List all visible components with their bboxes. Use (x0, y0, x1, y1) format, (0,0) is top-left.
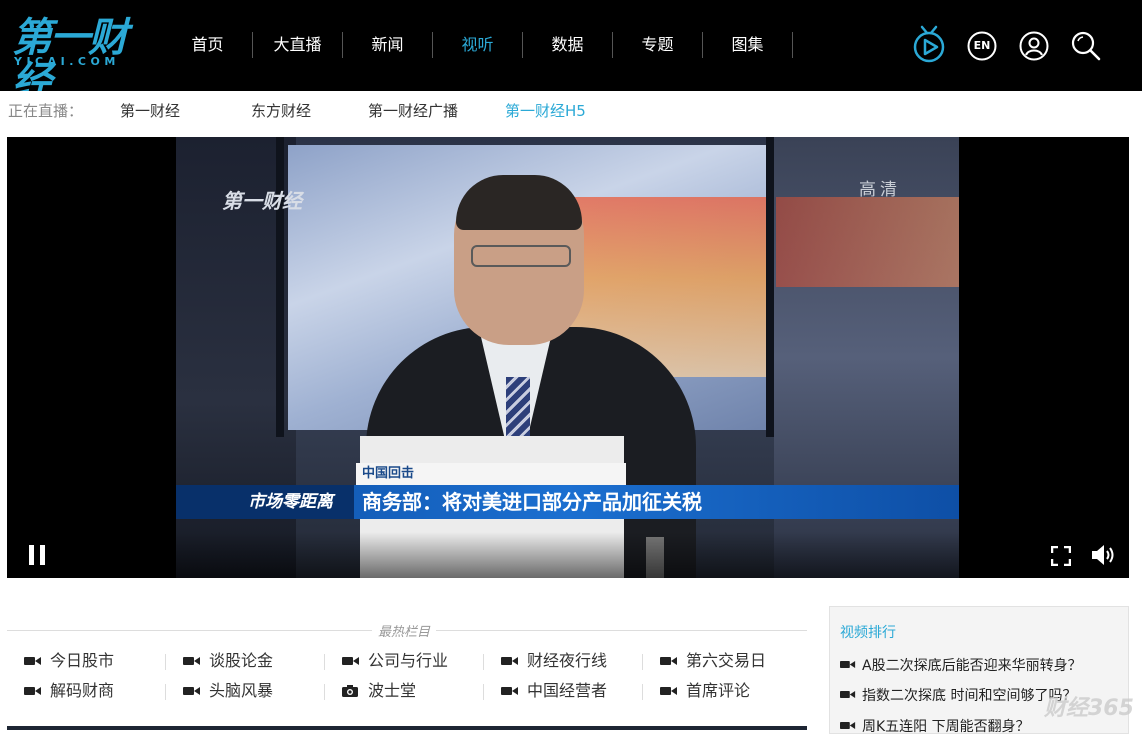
video-camera-icon (840, 658, 856, 674)
hd-watermark: 高清 (859, 180, 901, 200)
tv-icon[interactable] (911, 24, 947, 64)
hot-item-brainstorm[interactable]: 头脑风暴 (183, 680, 342, 702)
yicai-logo[interactable]: 第一财经 YICAI.COM (12, 16, 142, 104)
video-camera-icon (342, 651, 360, 673)
video-camera-icon (24, 681, 42, 703)
channel-watermark: 第一财经 (222, 189, 302, 213)
nav-item-data[interactable]: 数据 (523, 32, 613, 58)
live-channel-h5[interactable]: 第一财经H5 (505, 100, 586, 121)
site-watermark: 财经365 (1044, 696, 1134, 721)
hot-item-china-operator[interactable]: 中国经营者 (501, 680, 660, 702)
video-camera-icon (501, 681, 519, 703)
photo-camera-icon (342, 681, 360, 703)
live-channel-radio[interactable]: 第一财经广播 (368, 100, 458, 121)
top-navigation-bar: 第一财经 YICAI.COM 首页 大直播 新闻 视听 数据 专题 图集 EN (0, 0, 1142, 104)
logo-subtext: YICAI.COM (14, 55, 120, 68)
news-headline: 商务部：将对美进口部分产品加征关税 (362, 490, 702, 514)
live-channel-bar: 正在直播： 第一财经 东方财经 第一财经广播 第一财经H5 (0, 91, 1142, 128)
hot-item-night-line[interactable]: 财经夜行线 (501, 650, 660, 672)
search-icon[interactable] (1070, 30, 1102, 62)
hot-columns-title: 最热栏目 (372, 621, 437, 640)
ranking-item[interactable]: A股二次探底后能否迎来华丽转身？ (840, 655, 1082, 675)
language-en-button[interactable]: EN (966, 30, 998, 62)
hot-item-label: 公司与行业 (368, 651, 449, 670)
nav-item-home[interactable]: 首页 (163, 32, 253, 58)
hot-item-chief-commentary[interactable]: 首席评论 (660, 680, 819, 702)
video-player[interactable]: 第一财经 高清 中国回击 市场零距离 商务部：将对美进口部分产品加征关税 (7, 137, 1129, 578)
hot-item-today-stocks[interactable]: 今日股市 (24, 650, 183, 672)
nav-item-topics[interactable]: 专题 (613, 32, 703, 58)
hot-item-label: 头脑风暴 (209, 681, 274, 700)
program-name-box: 市场零距离 (176, 485, 354, 519)
hot-item-label: 今日股市 (50, 651, 115, 670)
player-control-bar (7, 532, 1129, 578)
en-label: EN (973, 39, 991, 52)
hot-item-company-industry[interactable]: 公司与行业 (342, 650, 501, 672)
hot-item-label: 财经夜行线 (527, 651, 608, 670)
hot-item-label: 首席评论 (686, 681, 751, 700)
video-camera-icon (660, 651, 678, 673)
video-camera-icon (183, 651, 201, 673)
hot-item-label: 中国经营者 (527, 681, 608, 700)
video-frame: 第一财经 高清 中国回击 市场零距离 商务部：将对美进口部分产品加征关税 (176, 137, 959, 578)
video-camera-icon (183, 681, 201, 703)
program-name: 市场零距离 (248, 492, 333, 512)
section-bottom-bar (7, 726, 807, 730)
nav-item-news[interactable]: 新闻 (343, 32, 433, 58)
hot-columns-section: 最热栏目 今日股市 谈股论金 公司与行业 财经夜行线 第六交易日 解码财商 头脑… (7, 616, 807, 734)
news-tag-text: 中国回击 (362, 466, 415, 481)
ranking-item-label: 周K五连阳 下周能否翻身？ (862, 719, 1030, 734)
hot-item-boss-hall[interactable]: 波士堂 (342, 680, 501, 702)
video-camera-icon (660, 681, 678, 703)
nav-item-live[interactable]: 大直播 (253, 32, 343, 58)
main-nav: 首页 大直播 新闻 视听 数据 专题 图集 (163, 32, 793, 60)
video-camera-icon (24, 651, 42, 673)
hot-item-label: 谈股论金 (209, 651, 274, 670)
pause-icon[interactable] (27, 544, 47, 570)
hot-item-decode-wealth[interactable]: 解码财商 (24, 680, 183, 702)
nav-item-gallery[interactable]: 图集 (703, 32, 793, 58)
hot-item-sixth-trading-day[interactable]: 第六交易日 (660, 650, 819, 672)
news-tag: 中国回击 (356, 463, 626, 485)
hot-item-talk-stocks[interactable]: 谈股论金 (183, 650, 342, 672)
video-camera-icon (501, 651, 519, 673)
ranking-item[interactable]: 指数二次探底 时间和空间够了吗？ (840, 685, 1076, 705)
video-camera-icon (840, 719, 856, 733)
ranking-item-label: A股二次探底后能否迎来华丽转身？ (862, 658, 1082, 674)
live-label: 正在直播： (8, 102, 84, 120)
ranking-item[interactable]: 周K五连阳 下周能否翻身？ (840, 716, 1030, 734)
fullscreen-icon[interactable] (1050, 545, 1072, 570)
live-channel-yicai[interactable]: 第一财经 (120, 100, 180, 121)
volume-icon[interactable] (1091, 544, 1117, 570)
hot-item-label: 第六交易日 (686, 651, 767, 670)
user-icon[interactable] (1018, 30, 1050, 62)
video-ranking-title: 视频排行 (840, 625, 896, 641)
video-camera-icon (840, 688, 856, 704)
nav-item-video[interactable]: 视听 (433, 32, 523, 58)
hot-item-label: 波士堂 (368, 681, 417, 700)
hot-item-label: 解码财商 (50, 681, 115, 700)
live-channel-dongfang[interactable]: 东方财经 (251, 100, 311, 121)
